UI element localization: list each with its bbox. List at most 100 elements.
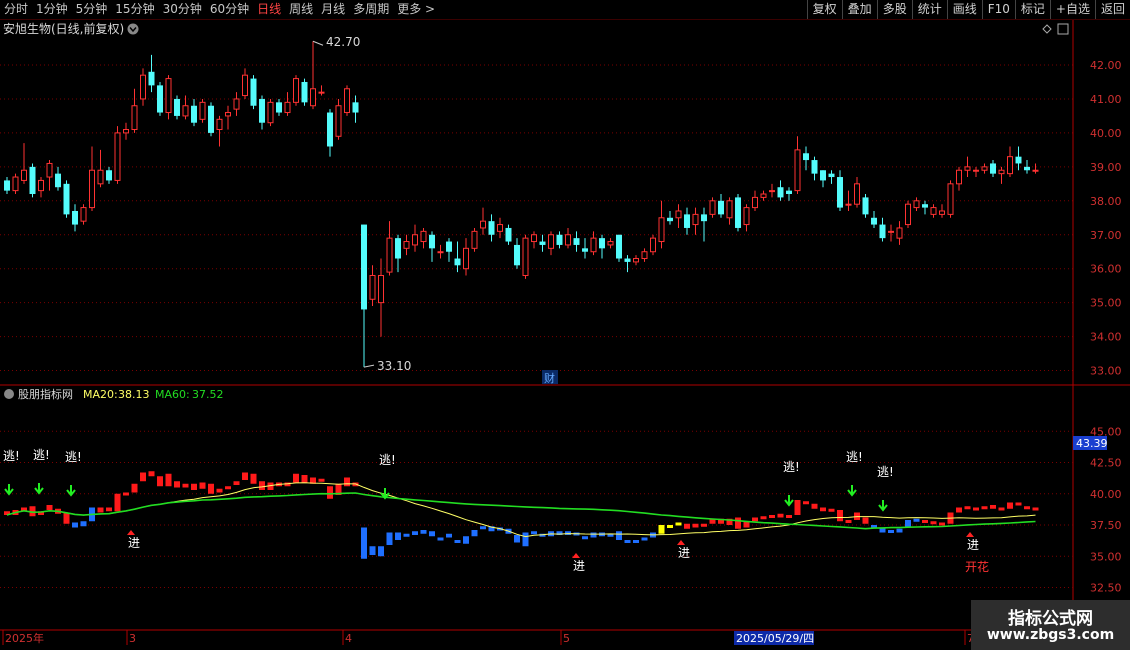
tab-1min[interactable]: 1分钟 (32, 0, 72, 19)
candle-body[interactable] (471, 230, 478, 249)
tab-monthly[interactable]: 月线 (317, 0, 349, 19)
candle-body[interactable] (437, 251, 444, 254)
candle-body[interactable] (854, 183, 860, 205)
candle-body[interactable] (420, 230, 427, 243)
candle-body[interactable] (590, 237, 597, 253)
candle-body[interactable] (633, 258, 639, 263)
tab-weekly[interactable]: 周线 (285, 0, 317, 19)
candle-body[interactable] (735, 197, 741, 228)
candle-body[interactable] (89, 169, 95, 209)
candle-body[interactable] (718, 200, 724, 215)
candle-body[interactable] (106, 170, 112, 181)
candle-body[interactable] (327, 112, 333, 147)
candle-body[interactable] (675, 210, 682, 219)
window-icon[interactable] (1057, 23, 1069, 35)
tab-5min[interactable]: 5分钟 (72, 0, 112, 19)
candle-body[interactable] (862, 197, 869, 215)
candle-body[interactable] (820, 170, 826, 181)
candle-body[interactable] (97, 169, 104, 185)
multi-stock-button[interactable]: 多股 (876, 0, 912, 19)
candle-body[interactable] (913, 200, 920, 209)
tab-15min[interactable]: 15分钟 (111, 0, 158, 19)
candle-body[interactable] (463, 247, 469, 270)
candle-body[interactable] (811, 160, 818, 174)
candle-body[interactable] (752, 196, 758, 209)
candle-body[interactable] (998, 169, 1005, 175)
candle-body[interactable] (956, 169, 962, 185)
statistics-button[interactable]: 统计 (911, 0, 947, 19)
candle-body[interactable] (947, 183, 954, 215)
candle-body[interactable] (310, 88, 316, 107)
candle-body[interactable] (990, 163, 996, 174)
candle-body[interactable] (403, 241, 410, 249)
candle-body[interactable] (276, 102, 282, 113)
candle-body[interactable] (599, 238, 605, 249)
candle-body[interactable] (46, 162, 53, 178)
candle-body[interactable] (582, 248, 588, 252)
candle-body[interactable] (573, 238, 580, 245)
candle-body[interactable] (514, 244, 520, 266)
candle-body[interactable] (114, 132, 121, 181)
candle-body[interactable] (225, 112, 231, 117)
candle-body[interactable] (191, 105, 197, 123)
candle-body[interactable] (123, 129, 129, 134)
candle-body[interactable] (165, 78, 172, 114)
dropdown-circle-icon[interactable] (127, 23, 139, 35)
candle-body[interactable] (344, 88, 350, 114)
candle-body[interactable] (522, 237, 529, 276)
add-watchlist-button[interactable]: +自选 (1049, 0, 1095, 19)
candle-body[interactable] (12, 176, 19, 192)
candle-body[interactable] (250, 78, 257, 106)
candle-body[interactable] (267, 101, 274, 124)
candle-body[interactable] (548, 234, 554, 249)
candle-body[interactable] (335, 105, 342, 137)
candle-body[interactable] (208, 105, 214, 133)
f10-button[interactable]: F10 (981, 0, 1015, 19)
candle-body[interactable] (709, 200, 716, 215)
candle-body[interactable] (1007, 156, 1013, 175)
draw-line-button[interactable]: 画线 (946, 0, 982, 19)
candle-body[interactable] (828, 173, 835, 178)
overlay-button[interactable]: 叠加 (841, 0, 877, 19)
candle-body[interactable] (922, 204, 928, 208)
candle-body[interactable] (55, 173, 61, 188)
tab-60min[interactable]: 60分钟 (206, 0, 253, 19)
candle-body[interactable] (667, 217, 673, 222)
mark-button[interactable]: 标记 (1014, 0, 1050, 19)
candle-body[interactable] (701, 214, 707, 222)
candle-body[interactable] (879, 224, 886, 239)
candle-body[interactable] (216, 118, 223, 131)
candle-body[interactable] (803, 153, 809, 161)
candle-body[interactable] (981, 166, 988, 171)
candle-body[interactable] (446, 241, 452, 252)
candle-body[interactable] (565, 234, 571, 246)
candle-body[interactable] (964, 166, 971, 171)
candle-body[interactable] (21, 169, 27, 181)
tab-30min[interactable]: 30分钟 (159, 0, 206, 19)
candle-body[interactable] (777, 187, 784, 198)
candle-body[interactable] (845, 203, 852, 206)
candle-body[interactable] (4, 180, 10, 191)
candle-body[interactable] (616, 234, 622, 259)
candle-body[interactable] (412, 234, 418, 246)
adjust-button[interactable]: 复权 (806, 0, 842, 19)
candle-body[interactable] (1024, 166, 1030, 171)
candle-body[interactable] (293, 78, 299, 103)
tab-more[interactable]: 更多 > (393, 0, 439, 19)
candle-body[interactable] (80, 207, 87, 222)
candle-body[interactable] (242, 74, 248, 97)
candle-body[interactable] (539, 241, 546, 245)
candle-body[interactable] (182, 105, 189, 117)
candle-body[interactable] (939, 210, 945, 215)
candle-body[interactable] (131, 105, 138, 131)
candle-body[interactable] (140, 74, 146, 100)
candle-body[interactable] (361, 224, 367, 310)
candle-body[interactable] (318, 91, 325, 94)
candle-body[interactable] (1015, 156, 1022, 164)
candle-body[interactable] (743, 207, 750, 226)
candle-body[interactable] (38, 179, 44, 192)
candle-body[interactable] (454, 258, 461, 266)
candle-body[interactable] (259, 98, 265, 123)
candle-body[interactable] (888, 230, 894, 233)
candle-body[interactable] (607, 241, 614, 246)
